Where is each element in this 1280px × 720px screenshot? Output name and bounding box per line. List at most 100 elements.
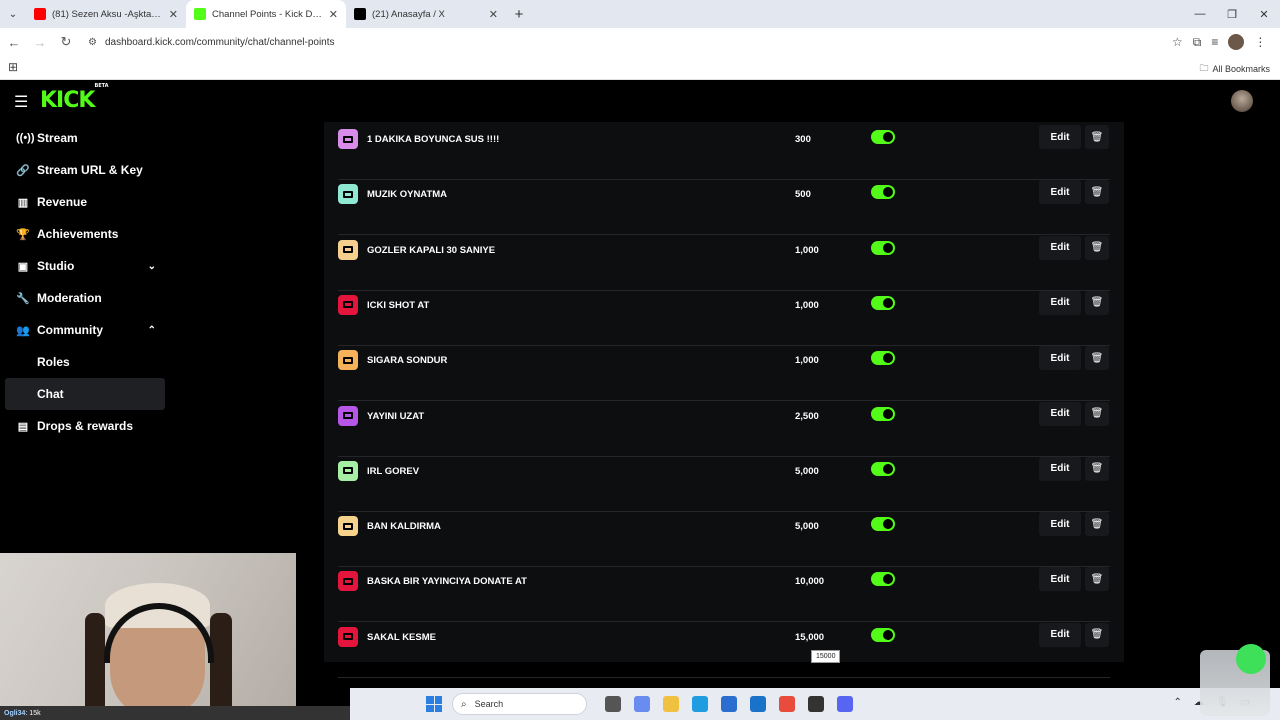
sidebar-item-label: Moderation [37, 291, 102, 305]
edit-button[interactable]: Edit [1039, 456, 1081, 481]
minimize-icon[interactable]: — [1184, 0, 1216, 28]
edit-button[interactable]: Edit [1039, 180, 1081, 205]
restore-icon[interactable]: ❐ [1216, 0, 1248, 28]
edit-button[interactable]: Edit [1039, 567, 1081, 592]
reload-icon[interactable]: ↻ [54, 30, 78, 54]
sidebar-item-label: Stream URL & Key [37, 163, 143, 177]
reward-row: SIGARA SONDUR 1,000 Edit 🗑 [338, 346, 1110, 402]
windows-taskbar: ⌕ Search ⌃ ☁ 🎙 ▭ [350, 688, 1280, 720]
reward-enabled-toggle[interactable] [871, 461, 895, 476]
outlook-icon[interactable] [750, 696, 766, 712]
chevron-up-icon[interactable]: ⌃ [1173, 697, 1181, 708]
task-view-icon[interactable] [605, 696, 621, 712]
bookmark-star-icon[interactable]: ☆ [1172, 35, 1183, 49]
edit-button[interactable]: Edit [1039, 401, 1081, 426]
trash-icon[interactable]: 🗑 [1085, 622, 1109, 647]
sidebar-item-label: Stream [37, 131, 78, 145]
edit-button[interactable]: Edit [1039, 235, 1081, 260]
top-bar: ☰ KICKBETA [0, 80, 1280, 122]
user-avatar[interactable] [1231, 90, 1253, 112]
trash-icon[interactable]: 🗑 [1085, 235, 1109, 260]
file-explorer-icon[interactable] [663, 696, 679, 712]
edit-button[interactable]: Edit [1039, 346, 1081, 371]
kick-logo[interactable]: KICKBETA [40, 83, 109, 113]
profile-avatar[interactable] [1228, 34, 1245, 50]
kick-icon [194, 8, 206, 20]
reward-enabled-toggle[interactable] [871, 517, 895, 532]
sidebar-item-stream-url-key[interactable]: 🔗 Stream URL & Key [0, 154, 170, 186]
reward-row: IRL GOREV 5,000 Edit 🗑 [338, 456, 1110, 512]
sidebar-item-community[interactable]: 👥 Community ⌃ [0, 314, 170, 346]
browser-tab-youtube[interactable]: (81) Sezen Aksu -Aşktan Ne Haber ✕ [26, 0, 186, 28]
trash-icon[interactable]: 🗑 [1085, 125, 1109, 149]
forward-icon[interactable]: → [28, 30, 52, 54]
copilot-icon[interactable] [634, 696, 650, 712]
hamburger-menu-icon[interactable]: ☰ [14, 92, 28, 112]
edit-button[interactable]: Edit [1039, 512, 1081, 537]
close-window-icon[interactable]: ✕ [1248, 0, 1280, 28]
extensions-icon[interactable]: ⧉ [1193, 35, 1202, 50]
sidebar-item-drops-rewards[interactable]: ▤ Drops & rewards [0, 410, 170, 442]
sidebar-item-moderation[interactable]: 🔧 Moderation [0, 282, 170, 314]
reward-cost: 1,000 [795, 244, 819, 256]
reward-cost: 1,000 [795, 299, 819, 311]
reward-enabled-toggle[interactable] [871, 240, 895, 255]
site-info-icon[interactable]: ⚙ [88, 37, 97, 48]
sidebar-item-stream[interactable]: ((•)) Stream [0, 122, 170, 154]
discord-icon[interactable] [837, 696, 853, 712]
reward-enabled-toggle[interactable] [871, 295, 895, 310]
edit-button[interactable]: Edit [1039, 125, 1081, 149]
url-field[interactable]: ⚙ dashboard.kick.com/community/chat/chan… [82, 30, 1162, 54]
obs-icon[interactable] [808, 696, 824, 712]
reward-icon [338, 184, 358, 205]
windows-start-icon[interactable] [426, 696, 442, 712]
menu-icon[interactable]: ⋮ [1254, 35, 1266, 49]
reward-enabled-toggle[interactable] [871, 130, 895, 144]
edit-button[interactable]: Edit [1039, 622, 1081, 647]
sidebar-item-label: Drops & rewards [37, 419, 134, 433]
trash-icon[interactable]: 🗑 [1085, 290, 1109, 315]
reward-name: SAKAL KESME [367, 631, 436, 643]
sidebar-item-achievements[interactable]: 🏆 Achievements [0, 218, 170, 250]
trash-icon[interactable]: 🗑 [1085, 512, 1109, 537]
browser-tab-kick[interactable]: Channel Points - Kick Dashboard ✕ [186, 0, 346, 28]
sidebar-item-roles[interactable]: Roles [0, 346, 170, 378]
link-icon: 🔗 [16, 164, 30, 177]
reward-enabled-toggle[interactable] [871, 572, 895, 587]
green-indicator-icon [1236, 644, 1266, 674]
reward-name: YAYINI UZAT [367, 410, 425, 422]
media-icon[interactable]: ≡ [1211, 35, 1218, 49]
edit-button[interactable]: Edit [1039, 290, 1081, 315]
back-icon[interactable]: ← [2, 30, 26, 54]
close-tab-icon[interactable]: ✕ [489, 8, 498, 21]
close-tab-icon[interactable]: ✕ [329, 8, 338, 21]
logo-text: KICK [40, 88, 95, 113]
reward-enabled-toggle[interactable] [871, 185, 895, 200]
apps-icon[interactable]: ⊞ [8, 60, 18, 74]
reward-enabled-toggle[interactable] [871, 406, 895, 421]
trash-icon[interactable]: 🗑 [1085, 346, 1109, 371]
reward-name: 1 DAKIKA BOYUNCA SUS !!!! [367, 134, 500, 145]
trash-icon[interactable]: 🗑 [1085, 401, 1109, 426]
tab-search-icon[interactable]: ⌄ [0, 0, 26, 28]
trash-icon[interactable]: 🗑 [1085, 180, 1109, 205]
reward-enabled-toggle[interactable] [871, 351, 895, 366]
stream-viewers: : 15k [25, 709, 41, 717]
taskbar-search[interactable]: ⌕ Search [452, 693, 587, 715]
reward-enabled-toggle[interactable] [871, 627, 895, 642]
close-tab-icon[interactable]: ✕ [169, 8, 178, 21]
trash-icon[interactable]: 🗑 [1085, 456, 1109, 481]
reward-name: ICKI SHOT AT [367, 299, 430, 311]
new-tab-button[interactable]: + [506, 0, 532, 28]
chrome-icon[interactable] [779, 696, 795, 712]
browser-tab-x[interactable]: (21) Anasayfa / X ✕ [346, 0, 506, 28]
store-icon[interactable] [721, 696, 737, 712]
all-bookmarks-button[interactable]: 🗀 All Bookmarks [1199, 61, 1270, 77]
edge-icon[interactable] [692, 696, 708, 712]
reward-cost: 15,000 [795, 631, 825, 643]
trash-icon[interactable]: 🗑 [1085, 567, 1109, 592]
sidebar-item-studio[interactable]: ▣ Studio ⌄ [0, 250, 170, 282]
sidebar-item-chat[interactable]: Chat [5, 378, 165, 410]
gaming-chair [85, 613, 105, 706]
sidebar-item-revenue[interactable]: ▥ Revenue [0, 186, 170, 218]
